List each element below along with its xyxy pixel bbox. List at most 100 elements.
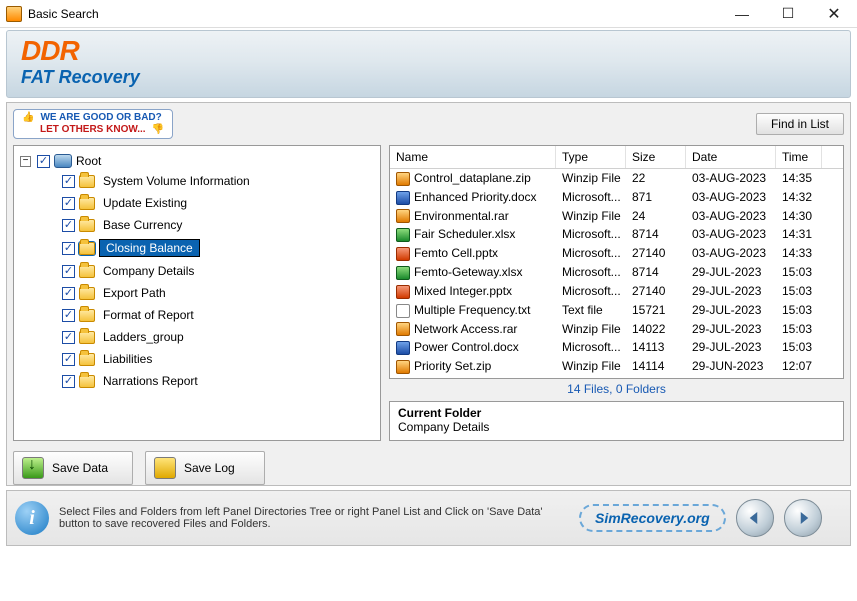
checkbox[interactable] [62, 287, 75, 300]
file-time: 15:03 [776, 282, 822, 301]
collapse-icon[interactable]: − [20, 156, 31, 167]
tree-item[interactable]: Narrations Report [18, 370, 376, 392]
find-in-list-button[interactable]: Find in List [756, 113, 844, 135]
tree-item[interactable]: Format of Report [18, 304, 376, 326]
main-frame: 👍 WE ARE GOOD OR BAD? LET OTHERS KNOW...… [6, 102, 851, 486]
file-date: 03-AUG-2023 [686, 244, 776, 263]
file-name: Mixed Integer.pptx [414, 284, 512, 298]
file-icon [396, 228, 410, 242]
file-row[interactable]: Priority Set.zipWinzip File1411429-JUN-2… [390, 357, 843, 376]
info-icon: i [15, 501, 49, 535]
file-icon [396, 247, 410, 261]
file-date: 29-JUL-2023 [686, 263, 776, 282]
file-time: 15:03 [776, 263, 822, 282]
footer-hint: Select Files and Folders from left Panel… [59, 506, 569, 530]
file-list-panel[interactable]: Name Type Size Date Time Control_datapla… [389, 145, 844, 379]
checkbox[interactable] [62, 375, 75, 388]
file-row[interactable]: Femto Cell.pptxMicrosoft...2714003-AUG-2… [390, 244, 843, 263]
file-name: Enhanced Priority.docx [414, 190, 537, 204]
file-icon [396, 172, 410, 186]
checkbox[interactable] [62, 175, 75, 188]
tree-item[interactable]: Closing Balance [18, 236, 376, 260]
file-size: 8714 [626, 225, 686, 244]
file-date: 03-AUG-2023 [686, 225, 776, 244]
file-size: 8714 [626, 263, 686, 282]
save-log-button[interactable]: Save Log [145, 451, 265, 485]
file-row[interactable]: Mixed Integer.pptxMicrosoft...2714029-JU… [390, 282, 843, 301]
tree-item-label: Format of Report [99, 307, 198, 323]
file-type: Text file [556, 376, 626, 379]
checkbox[interactable] [62, 353, 75, 366]
list-wrap: Name Type Size Date Time Control_datapla… [389, 145, 844, 441]
tree-item-label: Narrations Report [99, 373, 202, 389]
close-button[interactable]: ✕ [811, 0, 857, 28]
col-name[interactable]: Name [390, 146, 556, 168]
file-type: Winzip File [556, 207, 626, 226]
file-date: 29-JUL-2023 [686, 301, 776, 320]
col-type[interactable]: Type [556, 146, 626, 168]
panels: − Root System Volume Information Update E… [13, 145, 844, 441]
tree-item[interactable]: Liabilities [18, 348, 376, 370]
checkbox[interactable] [62, 219, 75, 232]
file-row[interactable]: Control_dataplane.zipWinzip File2203-AUG… [390, 169, 843, 188]
file-row[interactable]: Femto-Geteway.xlsxMicrosoft...871429-JUL… [390, 263, 843, 282]
feedback-button[interactable]: 👍 WE ARE GOOD OR BAD? LET OTHERS KNOW...… [13, 109, 173, 139]
titlebar: Basic Search — ☐ ✕ [0, 0, 857, 28]
file-row[interactable]: Enhanced Priority.docxMicrosoft...87103-… [390, 188, 843, 207]
tree-item[interactable]: Update Existing [18, 192, 376, 214]
top-row: 👍 WE ARE GOOD OR BAD? LET OTHERS KNOW...… [13, 109, 844, 139]
current-folder-box: Current Folder Company Details [389, 401, 844, 441]
file-time: 12:07 [776, 357, 822, 376]
brand-logo: DDR [21, 37, 836, 65]
file-date: 29-JUN-2023 [686, 376, 776, 379]
tree-root[interactable]: − Root [18, 152, 376, 170]
file-size: 14113 [626, 338, 686, 357]
file-date: 29-JUL-2023 [686, 320, 776, 339]
file-size: 14022 [626, 320, 686, 339]
col-time[interactable]: Time [776, 146, 822, 168]
checkbox[interactable] [62, 309, 75, 322]
feedback-line1: WE ARE GOOD OR BAD? [40, 112, 161, 123]
file-row[interactable]: Environmental.rarWinzip File2403-AUG-202… [390, 207, 843, 226]
file-date: 03-AUG-2023 [686, 207, 776, 226]
checkbox[interactable] [62, 265, 75, 278]
tree-item[interactable]: Ladders_group [18, 326, 376, 348]
file-row[interactable]: Quality Service.txtText file1404529-JUN-… [390, 376, 843, 379]
file-row[interactable]: Multiple Frequency.txtText file1572129-J… [390, 301, 843, 320]
tree-item[interactable]: Base Currency [18, 214, 376, 236]
save-log-label: Save Log [184, 461, 235, 475]
file-row[interactable]: Power Control.docxMicrosoft...1411329-JU… [390, 338, 843, 357]
file-size: 22 [626, 169, 686, 188]
nav-forward-button[interactable] [784, 499, 822, 537]
minimize-button[interactable]: — [719, 0, 765, 28]
tree-item[interactable]: Company Details [18, 260, 376, 282]
checkbox[interactable] [62, 197, 75, 210]
nav-back-button[interactable] [736, 499, 774, 537]
checkbox[interactable] [62, 331, 75, 344]
arrow-left-icon [746, 509, 764, 527]
tree-panel[interactable]: − Root System Volume Information Update E… [13, 145, 381, 441]
file-icon [396, 209, 410, 223]
footer: i Select Files and Folders from left Pan… [6, 490, 851, 546]
log-icon [154, 457, 176, 479]
tree-item[interactable]: Export Path [18, 282, 376, 304]
col-size[interactable]: Size [626, 146, 686, 168]
maximize-button[interactable]: ☐ [765, 0, 811, 28]
file-row[interactable]: Fair Scheduler.xlsxMicrosoft...871403-AU… [390, 225, 843, 244]
checkbox[interactable] [62, 242, 75, 255]
file-time: 14:33 [776, 244, 822, 263]
file-row[interactable]: Network Access.rarWinzip File1402229-JUL… [390, 320, 843, 339]
checkbox[interactable] [37, 155, 50, 168]
current-folder-title: Current Folder [398, 406, 835, 420]
footer-brand[interactable]: SimRecovery.org [579, 504, 726, 532]
col-date[interactable]: Date [686, 146, 776, 168]
file-date: 03-AUG-2023 [686, 169, 776, 188]
file-icon [396, 285, 410, 299]
app-icon [6, 6, 22, 22]
save-data-button[interactable]: Save Data [13, 451, 133, 485]
folder-icon [79, 375, 95, 388]
file-date: 29-JUL-2023 [686, 282, 776, 301]
tree-item[interactable]: System Volume Information [18, 170, 376, 192]
file-time: 14:35 [776, 169, 822, 188]
tree-item-label: System Volume Information [99, 173, 254, 189]
